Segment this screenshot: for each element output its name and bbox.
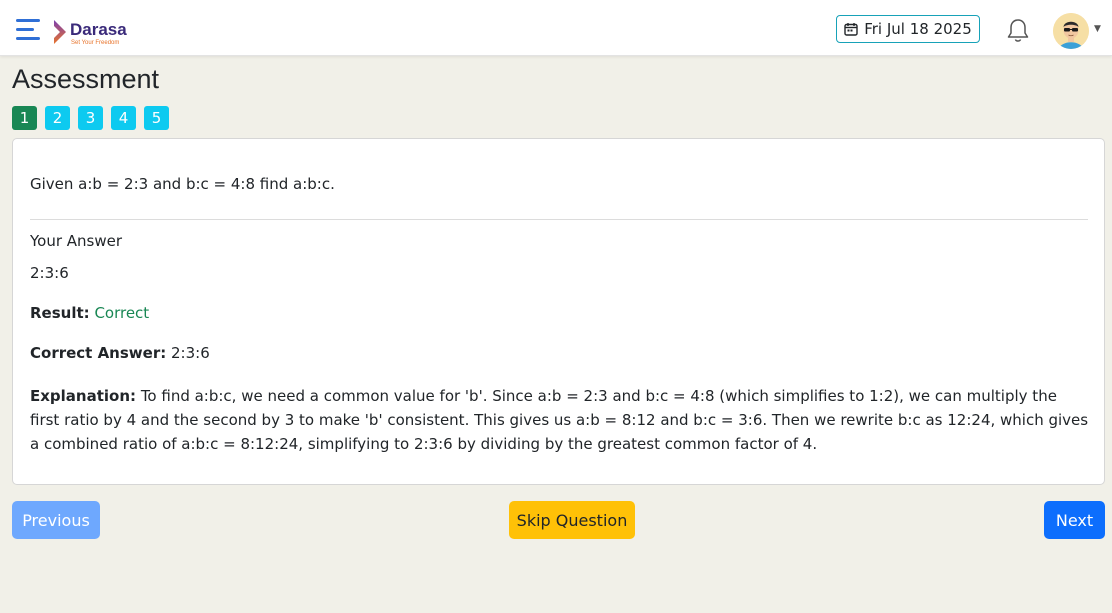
logo-chevron-icon <box>54 20 66 44</box>
skip-question-button[interactable]: Skip Question <box>509 501 635 539</box>
your-answer-label: Your Answer <box>30 232 123 250</box>
avatar[interactable] <box>1053 13 1089 49</box>
brand-name: Darasa <box>70 20 127 39</box>
chevron-down-icon[interactable]: ▼ <box>1094 24 1101 34</box>
correct-answer-row: Correct Answer: 2:3:6 <box>30 344 210 362</box>
question-navigator: 1 2 3 4 5 <box>12 106 169 130</box>
correct-answer-value: 2:3:6 <box>171 344 210 362</box>
brand-tagline: Set Your Freedom <box>71 40 120 46</box>
question-number-button-1[interactable]: 1 <box>12 106 37 130</box>
user-avatar-icon <box>1053 13 1089 49</box>
correct-answer-label: Correct Answer: <box>30 344 167 362</box>
result-value: Correct <box>94 304 150 322</box>
calendar-icon <box>844 23 858 36</box>
question-number-button-5[interactable]: 5 <box>144 106 169 130</box>
question-card: Given a:b = 2:3 and b:c = 4:8 find a:b:c… <box>12 138 1105 485</box>
current-date: Fri Jul 18 2025 <box>864 20 972 38</box>
notification-bell-icon[interactable] <box>1006 18 1030 44</box>
menu-icon[interactable] <box>16 19 40 41</box>
next-button[interactable]: Next <box>1044 501 1105 539</box>
your-answer-value: 2:3:6 <box>30 264 69 282</box>
question-text: Given a:b = 2:3 and b:c = 4:8 find a:b:c… <box>30 175 335 193</box>
result-row: Result: Correct <box>30 304 149 322</box>
previous-button[interactable]: Previous <box>12 501 100 539</box>
result-label: Result: <box>30 304 90 322</box>
question-number-button-3[interactable]: 3 <box>78 106 103 130</box>
explanation-text: To find a:b:c, we need a common value fo… <box>30 387 1089 453</box>
question-number-button-2[interactable]: 2 <box>45 106 70 130</box>
top-navbar: Darasa Set Your Freedom Fri Jul 18 2025 <box>0 0 1112 56</box>
explanation-label: Explanation: <box>30 387 137 405</box>
question-number-button-4[interactable]: 4 <box>111 106 136 130</box>
explanation-row: Explanation: To find a:b:c, we need a co… <box>30 384 1090 456</box>
page-title: Assessment <box>12 64 160 94</box>
divider <box>30 219 1088 220</box>
date-badge: Fri Jul 18 2025 <box>836 15 980 43</box>
